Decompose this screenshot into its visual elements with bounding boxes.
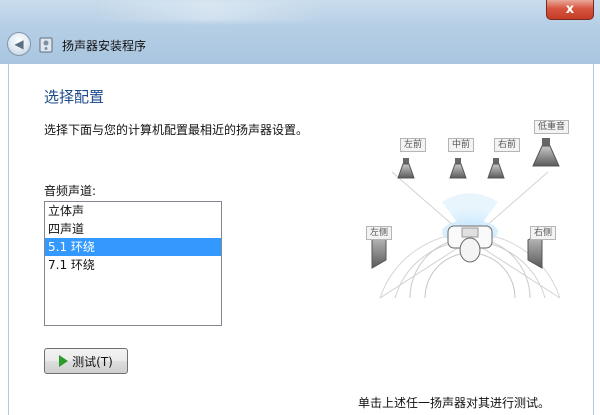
- channel-option-7-1[interactable]: 7.1 环绕: [45, 256, 221, 274]
- speaker-center-icon[interactable]: [446, 158, 470, 180]
- back-arrow-icon: ◀: [14, 37, 24, 51]
- navigation-bar: ◀ 扬声器安装程序: [0, 28, 600, 64]
- close-icon: x: [565, 2, 575, 17]
- speaker-label-front-left: 左前: [400, 138, 427, 152]
- speaker-setup-icon: [39, 37, 53, 53]
- channel-option-quad[interactable]: 四声道: [45, 220, 221, 238]
- page-description: 选择下面与您的计算机配置最相近的扬声器设置。: [44, 123, 309, 137]
- speaker-label-side-right: 右侧: [530, 226, 557, 240]
- title-bar: x ◀ 扬声器安装程序: [0, 0, 600, 64]
- channel-option-stereo[interactable]: 立体声: [45, 202, 221, 220]
- speaker-subwoofer-icon[interactable]: [530, 138, 562, 168]
- play-icon: [59, 355, 69, 367]
- window-title: 扬声器安装程序: [62, 39, 147, 53]
- close-button[interactable]: x: [546, 0, 594, 20]
- speaker-label-center: 中前: [448, 138, 475, 152]
- speaker-diagram: 左前 中前 右前 低重音 左侧 右侧: [350, 118, 590, 318]
- channel-option-5-1[interactable]: 5.1 环绕: [45, 238, 221, 256]
- channels-listbox[interactable]: 立体声 四声道 5.1 环绕 7.1 环绕: [44, 201, 222, 326]
- speaker-front-right-icon[interactable]: [484, 158, 508, 180]
- test-button-label: 测试(T): [72, 354, 113, 369]
- channels-label: 音频声道:: [44, 184, 97, 198]
- test-hint: 单击上述任一扬声器对其进行测试。: [358, 396, 551, 410]
- blurred-background: [90, 0, 330, 22]
- speaker-front-left-icon[interactable]: [394, 158, 418, 180]
- speaker-label-side-left: 左侧: [366, 226, 393, 240]
- speaker-label-front-right: 右前: [494, 138, 521, 152]
- back-button[interactable]: ◀: [7, 32, 31, 56]
- page-heading: 选择配置: [44, 88, 105, 106]
- test-button[interactable]: 测试(T): [44, 348, 128, 374]
- speaker-label-subwoofer: 低重音: [534, 120, 570, 134]
